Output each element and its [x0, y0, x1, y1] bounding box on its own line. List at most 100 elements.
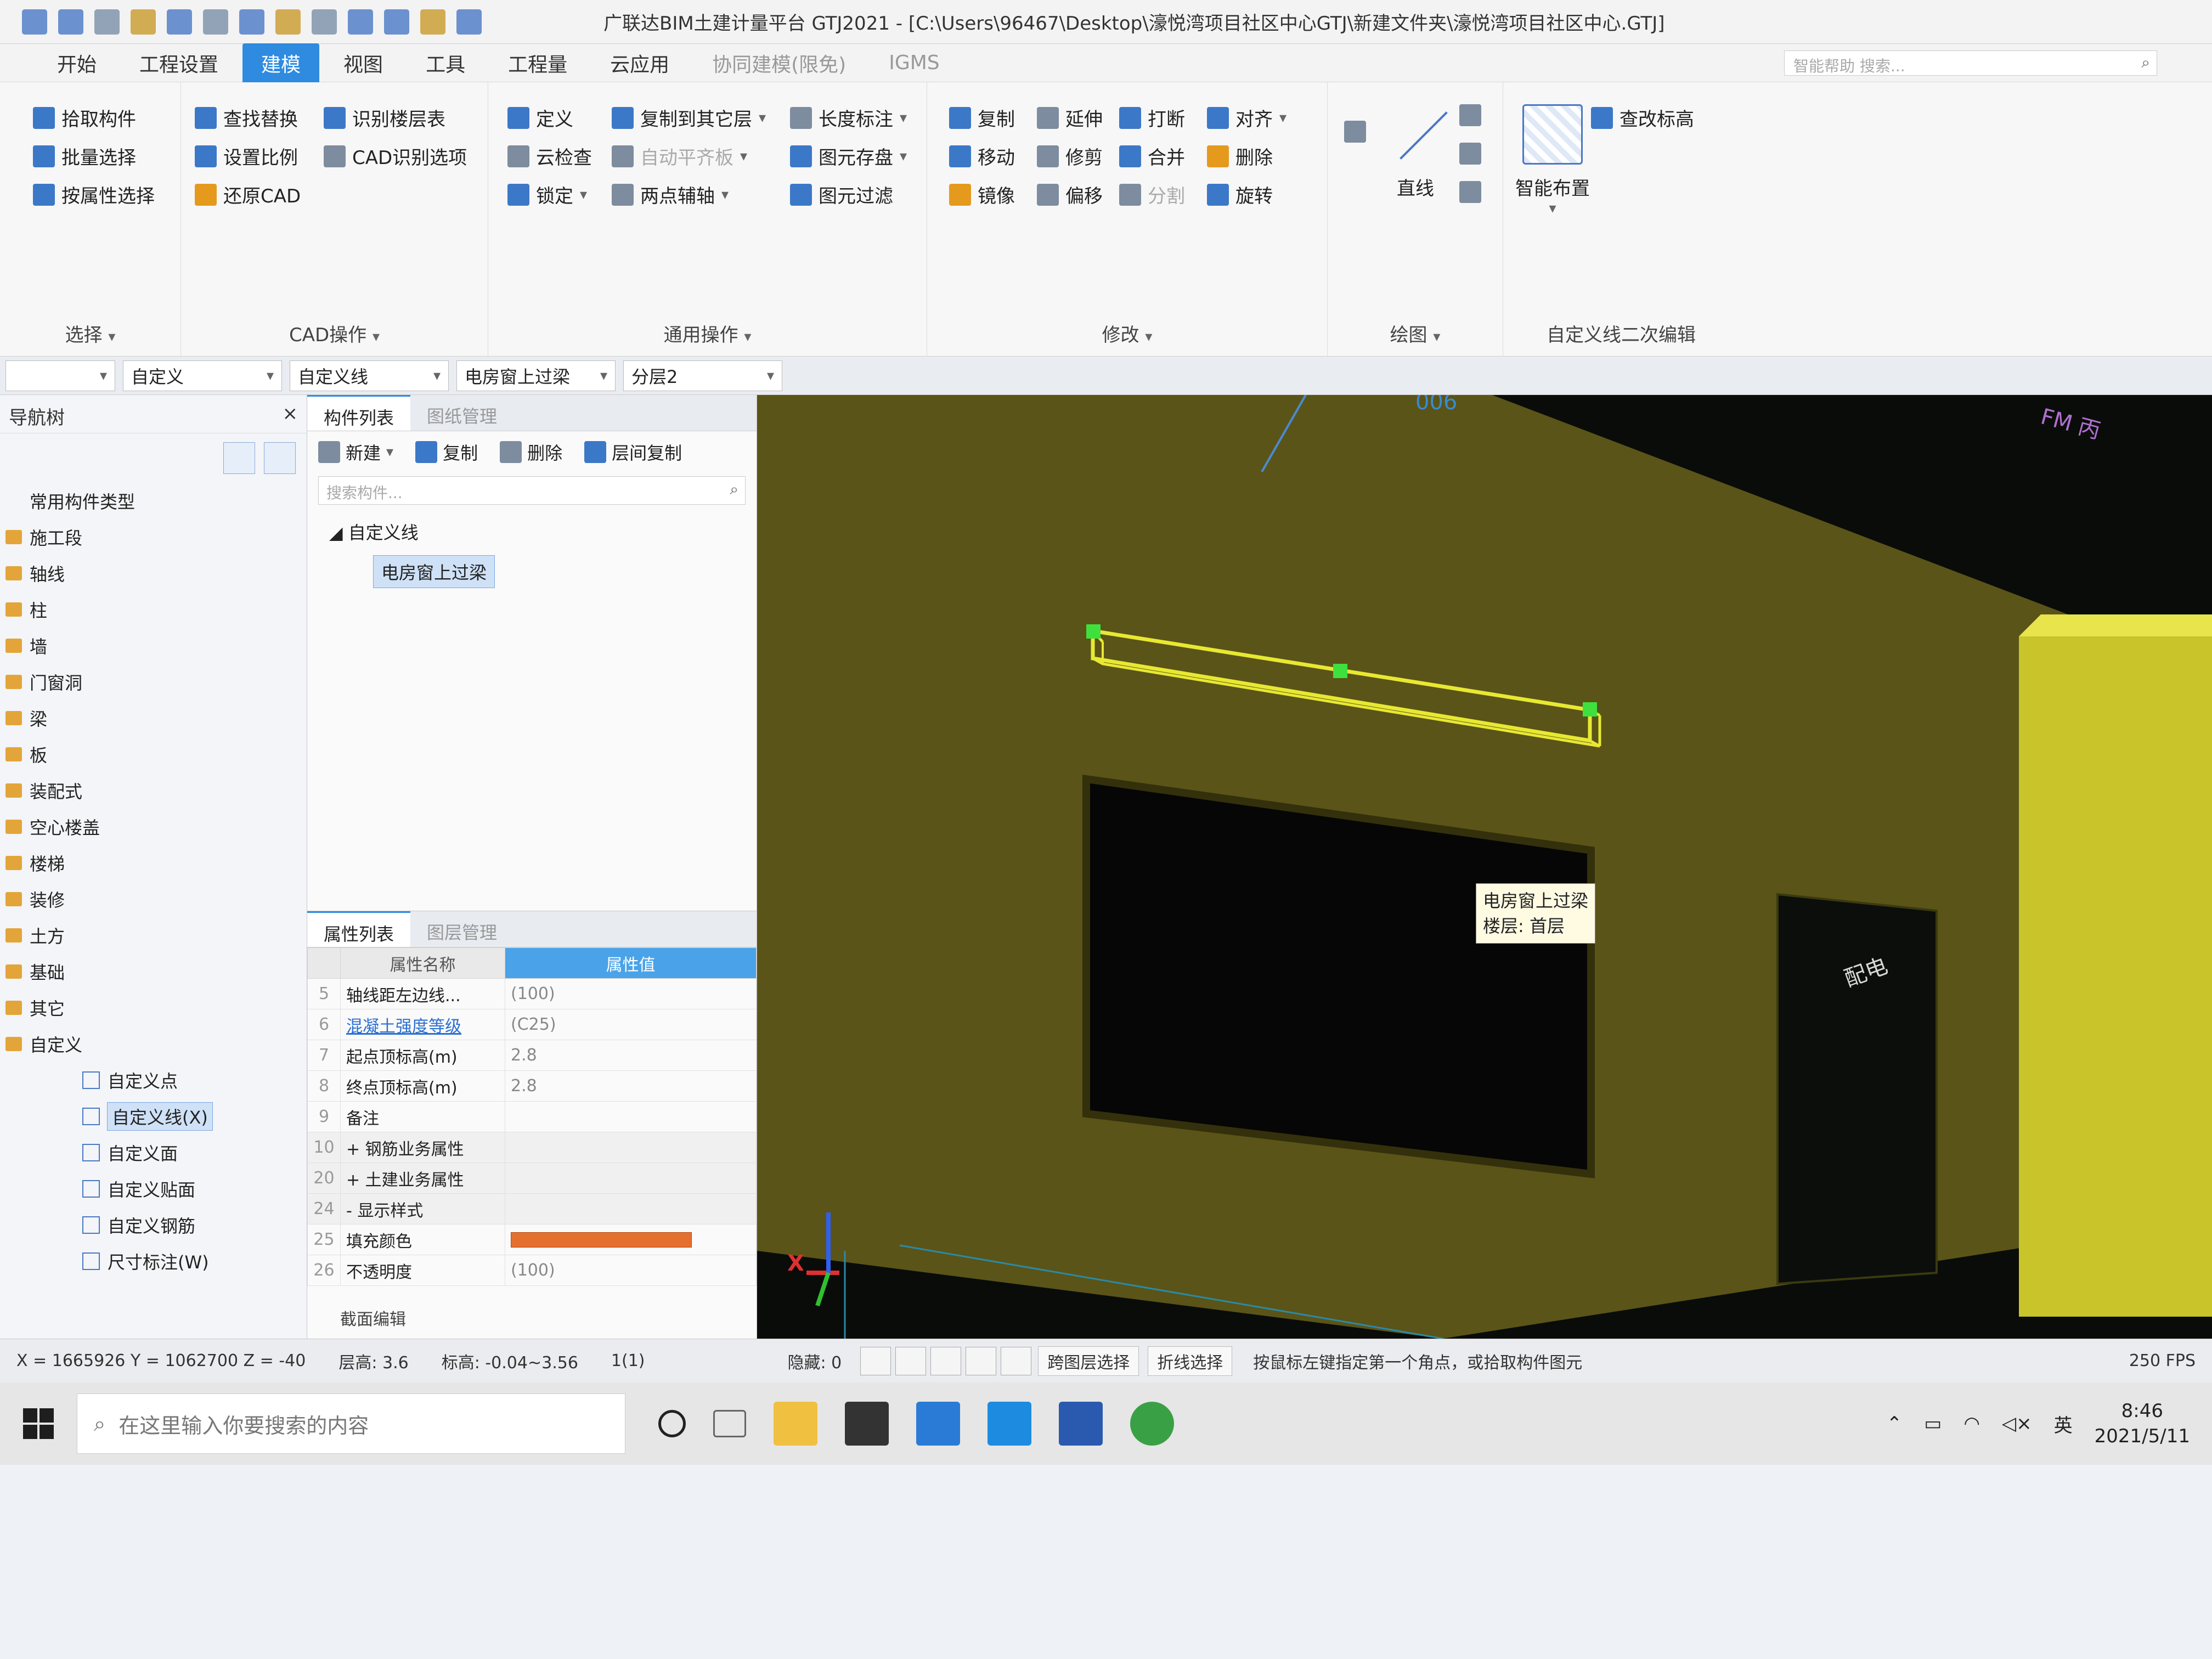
property-value[interactable]: 2.8 [505, 1070, 757, 1102]
tab-layer-management[interactable]: 图层管理 [410, 911, 514, 947]
tab-component-list[interactable]: 构件列表 [307, 395, 411, 431]
nav-item[interactable]: 自定义 [0, 1026, 307, 1062]
file-explorer-icon[interactable] [774, 1402, 817, 1446]
tab-drawing-management[interactable]: 图纸管理 [410, 395, 514, 431]
arc-button[interactable] [1459, 104, 1481, 126]
line-button[interactable]: 直线 [1383, 104, 1448, 200]
mirror-button[interactable]: 镜像 [949, 181, 1015, 208]
nav-item[interactable]: 装修 [0, 881, 307, 917]
property-value[interactable]: (C25) [505, 1009, 757, 1040]
clock[interactable]: 8:46 2021/5/11 [2095, 1398, 2190, 1449]
delete-button[interactable]: 删除 [1207, 143, 1273, 170]
save-icon[interactable] [131, 9, 156, 35]
floor-select[interactable]: ▾ [5, 360, 115, 391]
3d-viewport[interactable]: 006 FM 丙 配电 X 电房窗上过梁 楼层: 首层 [757, 395, 2212, 1339]
tab-cloud[interactable]: 云应用 [591, 43, 688, 83]
nav-sub-item[interactable]: 自定义线(X) [0, 1098, 307, 1135]
tab-property-list[interactable]: 属性列表 [307, 911, 411, 947]
preview-icon[interactable] [312, 9, 337, 35]
snap-mode-icon[interactable] [895, 1346, 927, 1375]
nav-item[interactable]: 梁 [0, 700, 307, 736]
tab-collab-modeling[interactable]: 协同建模(限免) [693, 43, 865, 83]
nav-item[interactable]: 柱 [0, 591, 307, 628]
grid-icon[interactable] [420, 9, 445, 35]
taskbar-search-input[interactable]: ⌕ 在这里输入你要搜索的内容 [77, 1393, 625, 1454]
tab-project-settings[interactable]: 工程设置 [121, 43, 237, 83]
element-filter-button[interactable]: 图元过滤 [790, 181, 893, 208]
nav-item[interactable]: 常用构件类型 [0, 483, 307, 519]
cross-layer-select-button[interactable]: 跨图层选择 [1038, 1346, 1139, 1376]
nav-sub-item[interactable]: 尺寸标注(W) [0, 1243, 307, 1279]
pick-component-button[interactable]: 拾取构件 [33, 104, 136, 131]
extend-button[interactable]: 延伸 [1037, 104, 1103, 131]
angle-icon[interactable] [966, 1346, 997, 1375]
volume-icon[interactable]: ◁× [2002, 1413, 2032, 1435]
nav-item[interactable]: 门窗洞 [0, 664, 307, 700]
tab-start[interactable]: 开始 [38, 43, 115, 83]
tree-leaf-selected[interactable]: 电房窗上过梁 [373, 555, 495, 588]
nav-item[interactable]: 空心楼盖 [0, 809, 307, 845]
rectangle-button[interactable] [1459, 181, 1481, 203]
nav-sub-item[interactable]: 自定义面 [0, 1135, 307, 1171]
export-icon[interactable] [456, 9, 482, 35]
cad-recognition-options-button[interactable]: CAD识别选项 [324, 143, 467, 170]
property-value[interactable]: 2.8 [505, 1040, 757, 1071]
upload-icon[interactable] [22, 9, 47, 35]
property-name[interactable]: 混凝土强度等级 [340, 1009, 505, 1040]
type-select[interactable]: 自定义线 ▾ [290, 360, 449, 391]
cloud-check-button[interactable]: 云检查 [507, 143, 592, 170]
nav-item[interactable]: 楼梯 [0, 845, 307, 881]
green-app-icon[interactable] [1130, 1402, 1174, 1446]
nav-item[interactable]: 土方 [0, 917, 307, 953]
wifi-icon[interactable]: ◠ [1963, 1413, 1980, 1435]
split-button[interactable]: 分割 [1119, 181, 1185, 208]
move-button[interactable]: 移动 [949, 143, 1015, 170]
property-value[interactable] [505, 1101, 757, 1132]
layer-select[interactable]: 分层2 ▾ [623, 360, 782, 391]
floor-copy-button[interactable]: 层间复制 [584, 439, 682, 465]
list-view-icon[interactable] [223, 442, 255, 474]
copy-to-other-floor-button[interactable]: 复制到其它层 ▾ [612, 104, 766, 131]
category-select[interactable]: 自定义 ▾ [123, 360, 282, 391]
define-button[interactable]: 定义 [507, 104, 573, 131]
circle-button[interactable] [1459, 143, 1481, 165]
find-replace-button[interactable]: 查找替换 [195, 104, 298, 131]
break-button[interactable]: 打断 [1119, 104, 1185, 131]
point-button[interactable] [1344, 121, 1366, 143]
mail-icon[interactable] [916, 1402, 960, 1446]
help-search-input[interactable]: 智能帮助 搜索... ⌕ [1784, 50, 2157, 76]
property-row[interactable]: 25 填充颜色 [307, 1224, 757, 1255]
tab-quantities[interactable]: 工程量 [489, 43, 586, 83]
nav-item[interactable]: 墙 [0, 628, 307, 664]
tab-view[interactable]: 视图 [325, 43, 402, 83]
nav-item[interactable]: 装配式 [0, 772, 307, 809]
property-value[interactable] [505, 1163, 757, 1194]
nav-sub-item[interactable]: 自定义点 [0, 1062, 307, 1098]
set-scale-button[interactable]: 设置比例 [195, 143, 298, 170]
new-file-icon[interactable] [58, 9, 83, 35]
ribbon-group-label[interactable]: 通用操作 ▾ [488, 320, 927, 347]
recognize-floor-table-button[interactable]: 识别楼层表 [324, 104, 445, 131]
open-folder-icon[interactable] [94, 9, 120, 35]
fill-color-swatch[interactable] [511, 1232, 692, 1248]
batch-select-button[interactable]: 批量选择 [33, 143, 136, 170]
align-button[interactable]: 对齐 ▾ [1207, 104, 1286, 131]
smart-layout-button[interactable]: 智能布置 ▾ [1509, 104, 1596, 217]
property-value[interactable]: (100) [505, 978, 757, 1009]
restore-cad-button[interactable]: 还原CAD [195, 181, 301, 208]
property-value[interactable]: (100) [505, 1255, 757, 1286]
redo-icon[interactable] [203, 9, 228, 35]
report-icon[interactable] [275, 9, 301, 35]
offset-button[interactable]: 偏移 [1037, 181, 1103, 208]
property-row[interactable]: 10 + 钢筋业务属性 [307, 1132, 757, 1163]
nav-sub-item[interactable]: 自定义贴面 [0, 1171, 307, 1207]
two-point-axis-button[interactable]: 两点辅轴 ▾ [612, 181, 729, 208]
modify-elevation-button[interactable]: 查改标高 [1591, 104, 1694, 131]
gtj-app-icon[interactable] [1059, 1402, 1103, 1446]
start-button[interactable] [0, 1383, 77, 1465]
save-elements-button[interactable]: 图元存盘 ▾ [790, 143, 907, 170]
ribbon-group-label[interactable]: 选择 ▾ [0, 320, 180, 347]
chevron-up-icon[interactable]: ⌃ [1887, 1413, 1903, 1435]
select-by-attribute-button[interactable]: 按属性选择 [33, 181, 155, 208]
tab-igms[interactable]: IGMS [870, 46, 958, 80]
